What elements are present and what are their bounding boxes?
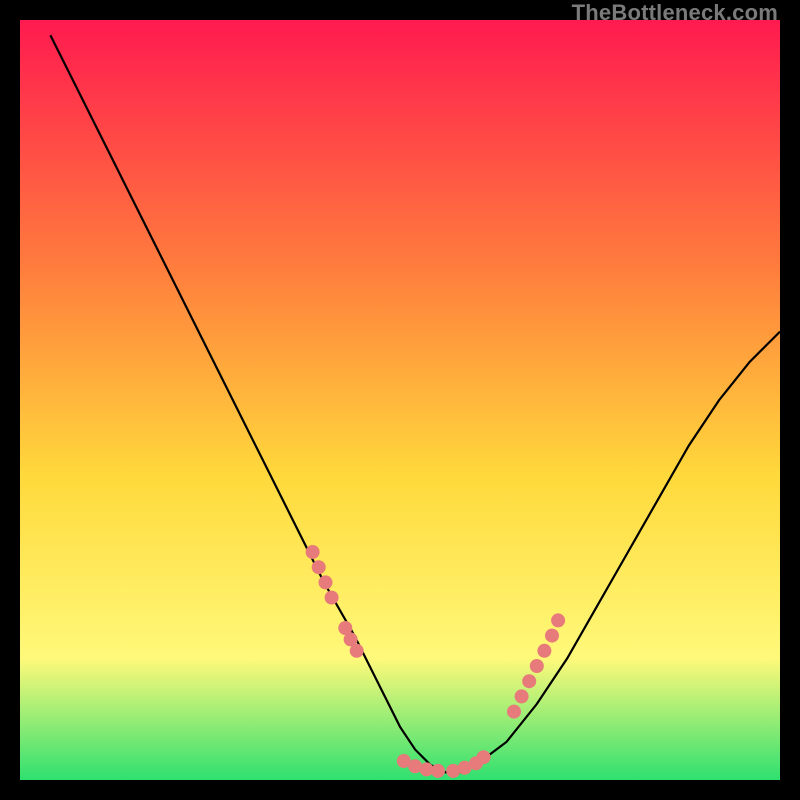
watermark-text: TheBottleneck.com xyxy=(572,0,778,26)
marker-dot xyxy=(551,613,565,627)
gradient-background xyxy=(20,20,780,780)
marker-dot xyxy=(312,560,326,574)
marker-dot xyxy=(325,591,339,605)
marker-dot xyxy=(431,764,445,778)
marker-dot xyxy=(515,689,529,703)
marker-dot xyxy=(477,750,491,764)
marker-dot xyxy=(537,644,551,658)
marker-dot xyxy=(530,659,544,673)
marker-dot xyxy=(522,674,536,688)
chart-frame xyxy=(20,20,780,780)
marker-dot xyxy=(306,545,320,559)
marker-dot xyxy=(319,575,333,589)
marker-dot xyxy=(507,705,521,719)
marker-dot xyxy=(350,644,364,658)
marker-dot xyxy=(545,629,559,643)
chart-svg xyxy=(20,20,780,780)
